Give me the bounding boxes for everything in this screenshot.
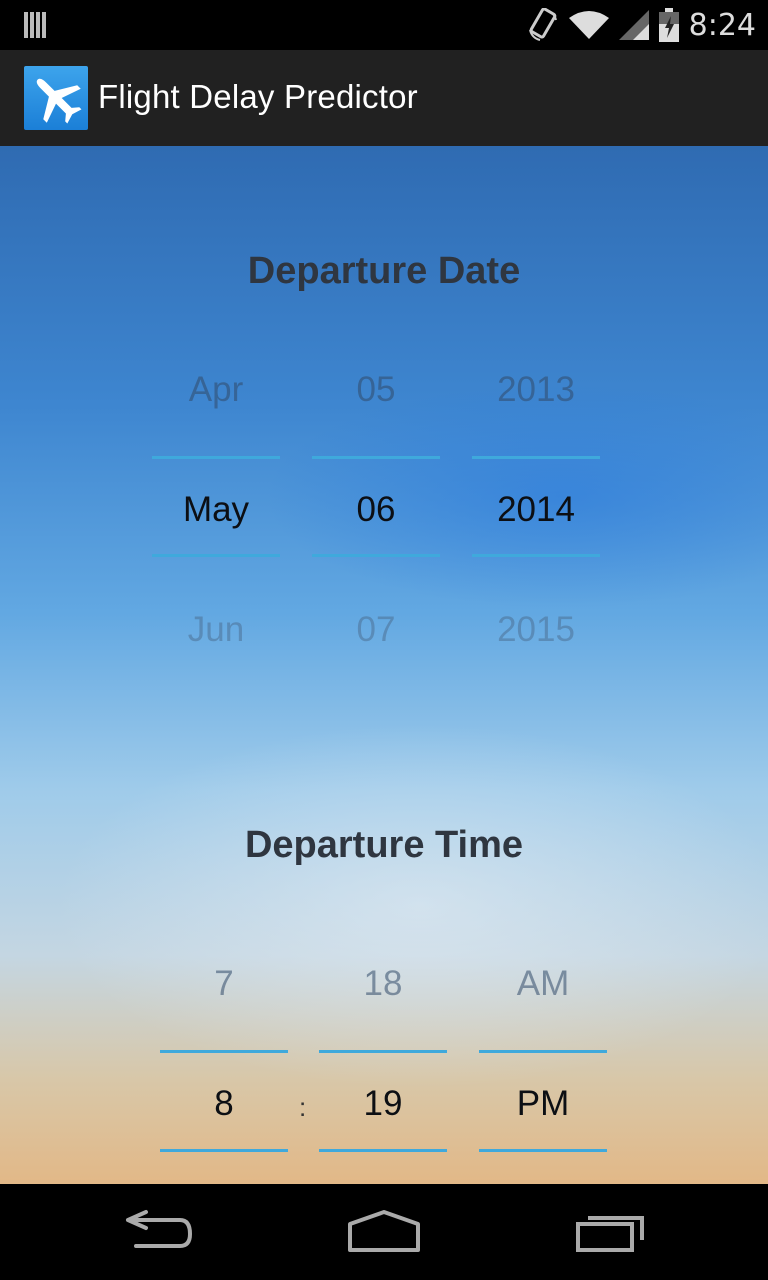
- navigation-bar: [0, 1184, 768, 1280]
- year-selected[interactable]: 2014: [472, 490, 600, 530]
- ampm-selected[interactable]: PM: [479, 1084, 607, 1124]
- minute-divider-top: [319, 1050, 447, 1053]
- hour-picker[interactable]: 7 8: [160, 960, 288, 1180]
- year-next[interactable]: 2015: [472, 610, 600, 650]
- month-divider-bottom: [152, 554, 280, 557]
- back-icon[interactable]: [122, 1208, 198, 1256]
- signal-icon: [618, 10, 649, 40]
- ampm-prev[interactable]: AM: [479, 964, 607, 1004]
- battery-icon: [658, 8, 679, 42]
- clock-time: 8:24: [688, 7, 756, 43]
- ampm-divider-bottom: [479, 1149, 607, 1152]
- main-content: Departure Date Apr May Jun 05 06 07 2013…: [0, 146, 768, 1184]
- day-selected[interactable]: 06: [312, 490, 440, 530]
- notification-bars-icon: [24, 12, 48, 38]
- minute-prev[interactable]: 18: [319, 964, 447, 1004]
- year-divider-top: [472, 456, 600, 459]
- wifi-icon: [568, 10, 609, 40]
- hour-divider-top: [160, 1050, 288, 1053]
- hour-divider-bottom: [160, 1149, 288, 1152]
- time-separator: :: [299, 1092, 307, 1122]
- year-prev[interactable]: 2013: [472, 370, 600, 410]
- month-selected[interactable]: May: [152, 490, 280, 530]
- ampm-divider-top: [479, 1050, 607, 1053]
- airplane-icon[interactable]: [24, 66, 88, 130]
- screen-rotation-icon: [527, 8, 559, 42]
- ampm-picker[interactable]: AM PM: [479, 960, 607, 1180]
- year-divider-bottom: [472, 554, 600, 557]
- day-next[interactable]: 07: [312, 610, 440, 650]
- month-prev[interactable]: Apr: [152, 370, 280, 410]
- day-prev[interactable]: 05: [312, 370, 440, 410]
- minute-selected[interactable]: 19: [319, 1084, 447, 1124]
- hour-prev[interactable]: 7: [160, 964, 288, 1004]
- hour-selected[interactable]: 8: [160, 1084, 288, 1124]
- app-title: Flight Delay Predictor: [98, 78, 418, 115]
- month-divider-top: [152, 456, 280, 459]
- departure-date-title: Departure Date: [247, 250, 521, 292]
- minute-divider-bottom: [319, 1149, 447, 1152]
- month-picker[interactable]: Apr May Jun: [152, 366, 280, 706]
- day-divider-bottom: [312, 554, 440, 557]
- departure-time-title: Departure Time: [244, 824, 524, 866]
- year-picker[interactable]: 2013 2014 2015: [472, 366, 600, 706]
- home-icon[interactable]: [346, 1208, 422, 1256]
- action-bar: Flight Delay Predictor: [0, 50, 768, 148]
- month-next[interactable]: Jun: [152, 610, 280, 650]
- status-bar: 8:24: [0, 0, 768, 50]
- recent-apps-icon[interactable]: [574, 1208, 650, 1256]
- day-divider-top: [312, 456, 440, 459]
- day-picker[interactable]: 05 06 07: [312, 366, 440, 706]
- minute-picker[interactable]: 18 19: [319, 960, 447, 1180]
